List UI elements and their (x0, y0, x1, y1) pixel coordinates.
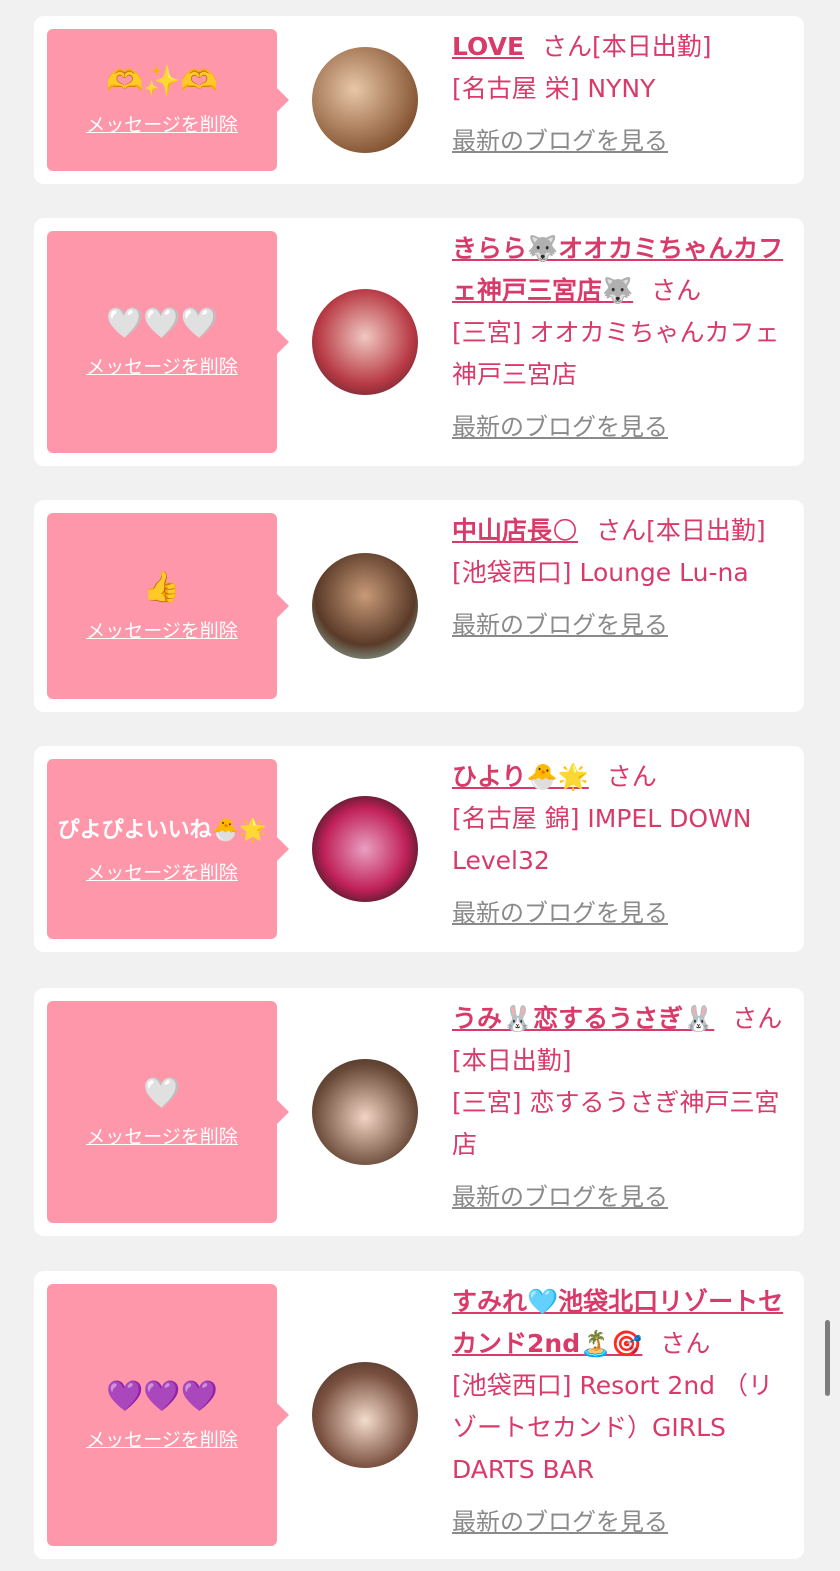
name-suffix: さん[本日出勤] (542, 32, 712, 61)
profile-info: ひより🐣🌟 さん [名古屋 錦] IMPEL DOWN Level32 最新のブロ… (452, 756, 790, 934)
scrollbar[interactable] (825, 1320, 830, 1396)
avatar[interactable] (312, 1362, 418, 1468)
message-text: ぴよぴよいいね🐣🌟 (57, 817, 267, 843)
shop-info: [名古屋 錦] IMPEL DOWN Level32 (452, 804, 752, 875)
avatar[interactable] (312, 289, 418, 395)
delete-message-link[interactable]: メッセージを削除 (86, 616, 238, 643)
avatar[interactable] (312, 47, 418, 153)
message-card: 👍 メッセージを削除 中山店長🌕 さん[本日出勤] [池袋西口] Lounge L… (34, 500, 804, 712)
message-text: 🤍 (143, 1075, 181, 1111)
shop-info: [三宮] オオカミちゃんカフェ神戸三宮店 (452, 318, 780, 389)
message-card: 🤍🤍🤍 メッセージを削除 きらら🐺オオカミちゃんカフェ神戸三宮店🐺 さん [三宮]… (34, 218, 804, 466)
latest-blog-link[interactable]: 最新のブログを見る (452, 604, 790, 646)
latest-blog-link[interactable]: 最新のブログを見る (452, 1501, 790, 1543)
shop-info: [池袋西口] Resort 2nd （リゾートセカンド）GIRLS DARTS … (452, 1371, 773, 1484)
profile-info: すみれ🩵池袋北口リゾートセカンド2nd🏝️🎯 さん [池袋西口] Resort 2… (452, 1281, 790, 1543)
message-bubble: 👍 メッセージを削除 (47, 513, 289, 699)
message-bubble: 💜💜💜 メッセージを削除 (47, 1284, 289, 1546)
message-bubble: 🫶✨🫶 メッセージを削除 (47, 29, 289, 171)
delete-message-link[interactable]: メッセージを削除 (86, 110, 238, 137)
name-suffix: さん (651, 276, 702, 305)
profile-name-link[interactable]: ひより🐣🌟 (452, 762, 589, 791)
avatar[interactable] (312, 553, 418, 659)
avatar[interactable] (312, 796, 418, 902)
shop-info: [池袋西口] Lounge Lu-na (452, 558, 749, 587)
delete-message-link[interactable]: メッセージを削除 (86, 352, 238, 379)
profile-info: うみ🐰恋するうさぎ🐰 さん[本日出勤] [三宮] 恋するうさぎ神戸三宮店 最新のブ… (452, 998, 790, 1218)
profile-info: きらら🐺オオカミちゃんカフェ神戸三宮店🐺 さん [三宮] オオカミちゃんカフェ神戸… (452, 228, 790, 448)
delete-message-link[interactable]: メッセージを削除 (86, 858, 238, 885)
message-bubble: 🤍 メッセージを削除 (47, 1001, 289, 1223)
profile-info: 中山店長🌕 さん[本日出勤] [池袋西口] Lounge Lu-na 最新のブログ… (452, 510, 790, 646)
latest-blog-link[interactable]: 最新のブログを見る (452, 892, 790, 934)
profile-info: LOVE さん[本日出勤] [名古屋 栄] NYNY 最新のブログを見る (452, 26, 790, 162)
name-suffix: さん[本日出勤] (596, 516, 766, 545)
message-text: 💜💜💜 (105, 1378, 219, 1414)
message-bubble: ぴよぴよいいね🐣🌟 メッセージを削除 (47, 759, 289, 939)
latest-blog-link[interactable]: 最新のブログを見る (452, 1176, 790, 1218)
latest-blog-link[interactable]: 最新のブログを見る (452, 406, 790, 448)
message-text: 🫶✨🫶 (105, 63, 219, 99)
message-bubble: 🤍🤍🤍 メッセージを削除 (47, 231, 289, 453)
message-card: 🤍 メッセージを削除 うみ🐰恋するうさぎ🐰 さん[本日出勤] [三宮] 恋するうさ… (34, 988, 804, 1236)
message-text: 🤍🤍🤍 (105, 305, 219, 341)
profile-name-link[interactable]: LOVE (452, 32, 524, 61)
message-card: ぴよぴよいいね🐣🌟 メッセージを削除 ひより🐣🌟 さん [名古屋 錦] IMPEL… (34, 746, 804, 952)
message-card: 💜💜💜 メッセージを削除 すみれ🩵池袋北口リゾートセカンド2nd🏝️🎯 さん [池… (34, 1271, 804, 1559)
delete-message-link[interactable]: メッセージを削除 (86, 1425, 238, 1452)
avatar[interactable] (312, 1059, 418, 1165)
shop-info: [名古屋 栄] NYNY (452, 74, 656, 103)
message-text: 👍 (143, 569, 181, 605)
name-suffix: さん (660, 1329, 711, 1358)
message-card: 🫶✨🫶 メッセージを削除 LOVE さん[本日出勤] [名古屋 栄] NYNY 最… (34, 16, 804, 184)
profile-name-link[interactable]: すみれ🩵池袋北口リゾートセカンド2nd🏝️🎯 (452, 1287, 783, 1358)
profile-name-link[interactable]: うみ🐰恋するうさぎ🐰 (452, 1004, 714, 1033)
latest-blog-link[interactable]: 最新のブログを見る (452, 120, 790, 162)
name-suffix: さん (606, 762, 657, 791)
shop-info: [三宮] 恋するうさぎ神戸三宮店 (452, 1088, 780, 1159)
profile-name-link[interactable]: 中山店長🌕 (452, 516, 578, 545)
delete-message-link[interactable]: メッセージを削除 (86, 1122, 238, 1149)
profile-name-link[interactable]: きらら🐺オオカミちゃんカフェ神戸三宮店🐺 (452, 234, 783, 305)
